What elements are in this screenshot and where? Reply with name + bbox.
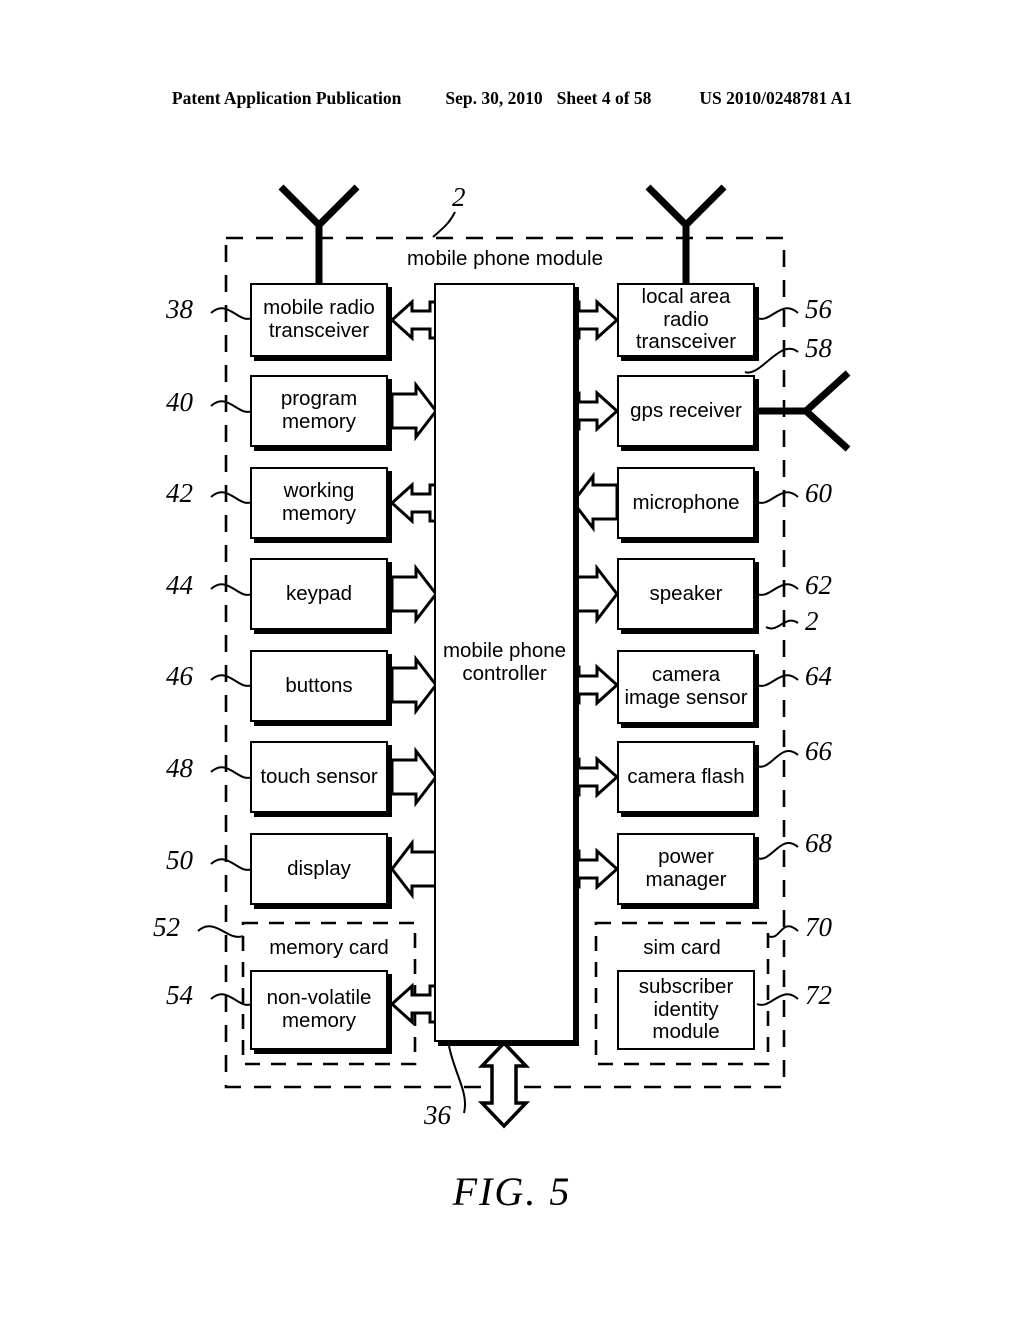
ref-70: 70	[805, 912, 832, 942]
block-label: camera flash	[627, 764, 745, 788]
ref-66: 66	[805, 736, 832, 766]
ref-36: 36	[424, 1100, 451, 1130]
block-mobile-radio-transceiver[interactable]: mobile radio transceiver	[250, 283, 388, 357]
ref-44: 44	[166, 570, 193, 600]
block-microphone[interactable]: microphone	[617, 467, 755, 539]
connector-power-manager	[571, 847, 620, 891]
block-label: touch sensor	[260, 764, 378, 788]
block-label: power manager	[645, 845, 727, 891]
block-working-memory[interactable]: working memory	[250, 467, 388, 539]
ref-62: 62	[805, 570, 832, 600]
connector-camera-image-sensor	[571, 663, 620, 707]
connector-buttons	[390, 654, 438, 716]
connector-microphone	[571, 471, 619, 533]
block-label: gps receiver	[630, 398, 742, 422]
block-label: display	[287, 856, 351, 880]
block-label: local area radio transceiver	[635, 284, 737, 354]
block-label: working memory	[281, 479, 357, 525]
ref-48: 48	[166, 753, 193, 783]
block-mobile-phone-controller[interactable]: mobile phone controller	[434, 283, 575, 1042]
ref-46: 46	[166, 661, 193, 691]
block-label: buttons	[285, 673, 353, 697]
sim-card-title: sim card	[643, 936, 721, 959]
block-program-memory[interactable]: program memory	[250, 375, 388, 447]
connector-working-memory	[389, 481, 438, 525]
block-label: mobile phone controller	[442, 638, 567, 685]
ref-54: 54	[166, 980, 193, 1010]
block-camera-image-sensor[interactable]: camera image sensor	[617, 650, 755, 724]
block-speaker[interactable]: speaker	[617, 558, 755, 630]
block-label: subscriber identity module	[638, 974, 734, 1044]
ref-52: 52	[153, 912, 180, 942]
ref-38: 38	[166, 294, 193, 324]
ref-68: 68	[805, 828, 832, 858]
ref-2-side: 2	[805, 606, 819, 636]
ref-56: 56	[805, 294, 832, 324]
module-title: mobile phone module	[406, 247, 604, 270]
block-power-manager[interactable]: power manager	[617, 833, 755, 905]
block-buttons[interactable]: buttons	[250, 650, 388, 722]
gps-antenna-icon	[757, 370, 851, 452]
patent-figure: mobile phone controller mobile radio tra…	[0, 0, 1024, 1320]
block-non-volatile-memory[interactable]: non-volatile memory	[250, 970, 388, 1050]
connector-keypad	[390, 563, 438, 625]
connector-bus-36	[477, 1040, 531, 1129]
ref-72: 72	[805, 980, 832, 1010]
block-label: mobile radio transceiver	[263, 296, 375, 342]
block-camera-flash[interactable]: camera flash	[617, 741, 755, 813]
block-local-area-radio-transceiver[interactable]: local area radio transceiver	[617, 283, 755, 357]
connector-gps-receiver	[571, 389, 620, 433]
memory-card-title: memory card	[269, 936, 389, 959]
connector-local-area-radio-transceiver	[571, 298, 620, 342]
block-gps-receiver[interactable]: gps receiver	[617, 375, 755, 447]
block-touch-sensor[interactable]: touch sensor	[250, 741, 388, 813]
ref-58: 58	[805, 333, 832, 363]
connector-program-memory	[390, 380, 438, 442]
block-display[interactable]: display	[250, 833, 388, 905]
ref-64: 64	[805, 661, 832, 691]
ref-60: 60	[805, 478, 832, 508]
block-label: speaker	[649, 581, 723, 605]
connector-mobile-radio-transceiver	[389, 298, 438, 342]
connector-speaker	[571, 563, 619, 625]
block-label: non-volatile memory	[266, 986, 372, 1032]
block-label: camera image sensor	[624, 663, 748, 709]
connector-camera-flash	[571, 755, 620, 799]
block-label: microphone	[632, 490, 740, 514]
block-label: program memory	[280, 387, 358, 433]
ref-50: 50	[166, 845, 193, 875]
block-label: keypad	[285, 581, 353, 605]
connector-display	[390, 838, 438, 900]
block-subscriber-identity-module[interactable]: subscriber identity module	[617, 970, 755, 1050]
ref-2-top: 2	[452, 182, 466, 212]
block-keypad[interactable]: keypad	[250, 558, 388, 630]
ref-40: 40	[166, 387, 193, 417]
connector-touch-sensor	[390, 746, 438, 808]
figure-caption: FIG. 5	[452, 1169, 572, 1214]
ref-42: 42	[166, 478, 193, 508]
